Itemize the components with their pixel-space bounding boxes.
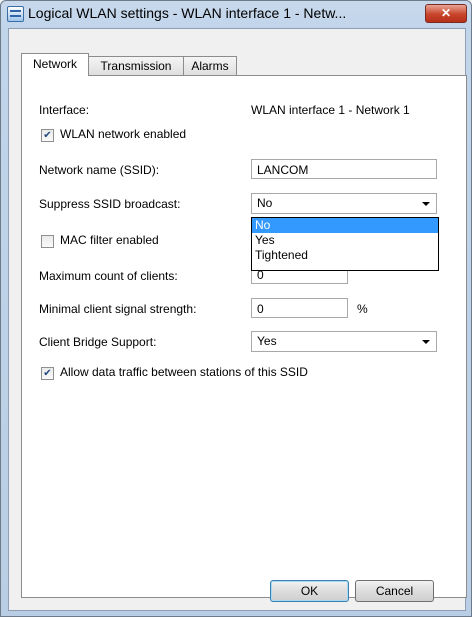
dropdown-option-yes[interactable]: Yes	[252, 233, 438, 248]
ok-button[interactable]: OK	[270, 580, 349, 602]
mac-filter-checkbox[interactable]	[41, 235, 54, 248]
interface-value: WLAN interface 1 - Network 1	[251, 103, 410, 117]
ssid-input[interactable]: LANCOM	[251, 159, 437, 179]
window-title: Logical WLAN settings - WLAN interface 1…	[28, 5, 347, 21]
cancel-button[interactable]: Cancel	[355, 580, 434, 602]
allow-traffic-label[interactable]: Allow data traffic between stations of t…	[60, 365, 308, 379]
min-signal-unit: %	[357, 302, 368, 316]
suppress-ssid-value: No	[257, 196, 273, 210]
tab-transmission[interactable]: Transmission	[88, 56, 184, 75]
tab-alarms[interactable]: Alarms	[183, 56, 237, 75]
suppress-ssid-dropdown-list: No Yes Tightened	[251, 217, 439, 271]
dropdown-option-tightened[interactable]: Tightened	[252, 248, 438, 263]
client-bridge-value: Yes	[257, 334, 277, 348]
chevron-down-icon	[422, 340, 430, 344]
close-button[interactable]: ✕	[425, 4, 467, 23]
client-bridge-label: Client Bridge Support:	[39, 335, 157, 349]
dialog-window: Logical WLAN settings - WLAN interface 1…	[0, 0, 472, 617]
close-icon: ✕	[440, 6, 452, 20]
network-tab-panel: Interface: WLAN interface 1 - Network 1 …	[21, 75, 467, 598]
wlan-settings-icon	[7, 6, 24, 22]
tab-network[interactable]: Network	[21, 53, 89, 76]
dropdown-option-no[interactable]: No	[252, 218, 438, 233]
title-bar[interactable]: Logical WLAN settings - WLAN interface 1…	[1, 1, 471, 27]
suppress-ssid-select[interactable]: No	[251, 193, 437, 214]
client-bridge-select[interactable]: Yes	[251, 331, 437, 352]
dialog-body: Network Transmission Alarms Interface: W…	[8, 28, 467, 611]
mac-filter-label[interactable]: MAC filter enabled	[60, 233, 159, 247]
ssid-label: Network name (SSID):	[39, 163, 160, 177]
chevron-down-icon	[422, 202, 430, 206]
wlan-enabled-label[interactable]: WLAN network enabled	[60, 127, 186, 141]
suppress-ssid-label: Suppress SSID broadcast:	[39, 197, 181, 211]
allow-traffic-checkbox[interactable]	[41, 367, 54, 380]
wlan-enabled-checkbox[interactable]	[41, 129, 54, 142]
min-signal-label: Minimal client signal strength:	[39, 302, 197, 316]
max-clients-label: Maximum count of clients:	[39, 269, 178, 283]
interface-label: Interface:	[39, 103, 90, 117]
min-signal-input[interactable]: 0	[251, 298, 348, 318]
